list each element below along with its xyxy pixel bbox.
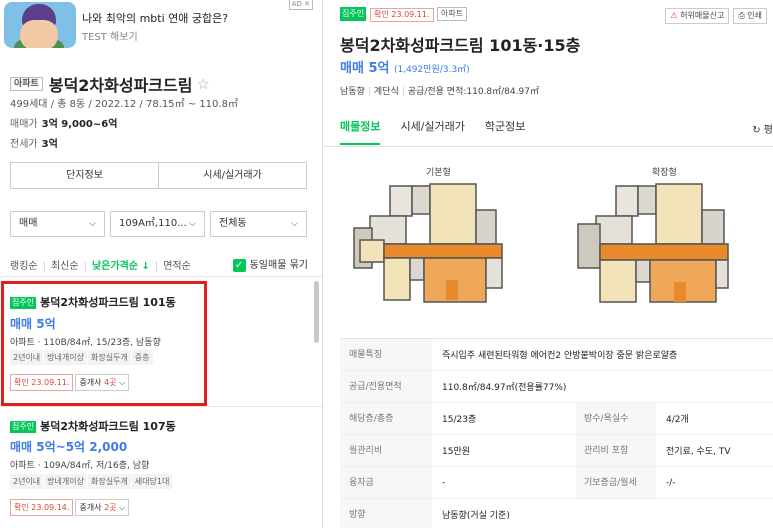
ad-image[interactable]: [4, 2, 76, 48]
detail-title: 봉덕2차화성파크드림 101동·15층: [340, 36, 581, 55]
trade-type-select[interactable]: 매매 ⌵: [10, 211, 105, 237]
listing-price: 매매 5억~5억 2,000: [10, 440, 128, 454]
sort-latest[interactable]: 최신순: [51, 261, 79, 272]
listing-info-table: 매물특징 즉시입주 새련된타워형 에어컨2 안방붙박이장 중문 밝은로얄층 공급/…: [340, 338, 773, 528]
table-row: 월관리비 15만원 관리비 포함 전기료, 수도, TV: [340, 435, 773, 467]
checkbox-icon[interactable]: ✓: [232, 258, 246, 272]
tab-market-price[interactable]: 시세/실거래가: [400, 118, 464, 145]
table-row: 해당층/총층 15/23층 방수/욕실수 4/2개: [340, 403, 773, 435]
feature-chip: 방네개이상: [44, 474, 87, 489]
tab-school-info[interactable]: 학군정보: [485, 118, 525, 145]
confirm-date-badge: 확인 23.09.14.: [10, 499, 74, 516]
divider: [0, 406, 322, 407]
sale-price-value: 3억 9,000~6억: [41, 119, 118, 130]
ad-title[interactable]: 나와 최악의 mbti 연애 궁합은?: [82, 10, 228, 26]
highlight-box: [1, 281, 207, 406]
dong-select[interactable]: 전체동 ⌵: [210, 211, 307, 237]
listing-title[interactable]: 집주인 봉덕2차화성파크드림 107동: [10, 418, 176, 434]
market-price-button[interactable]: 시세/실거래가: [158, 163, 306, 188]
table-row: 방향 남동향(거실 기준): [340, 499, 773, 528]
print-icon: ⎙: [738, 11, 745, 20]
divider: [0, 276, 322, 277]
listing-chips: 2년이내 방네개이상 화장실두개 세대당1대: [10, 474, 173, 489]
complex-title: 아파트 봉덕2차화성파크드림 ☆: [10, 72, 210, 96]
listing-panel: 나와 최악의 mbti 연애 궁합은? TEST 해보기 AD ✕ 아파트 봉덕2…: [0, 0, 323, 528]
owner-badge: 집주인: [10, 421, 37, 433]
sort-low-price[interactable]: 낮은가격순 ↓: [92, 261, 150, 272]
table-row: 융자금 - 기보증금/월세 -/-: [340, 467, 773, 499]
detail-actions: ⚠ 허위매물신고 ⎙ 인쇄: [665, 8, 767, 24]
listing-footer: 확인 23.09.14. 중개사 2곳 ⌵: [10, 499, 130, 516]
chevron-down-icon: ⌵: [89, 219, 96, 229]
sale-price-row: 매매가 3억 9,000~6억: [10, 115, 117, 130]
ad-banner[interactable]: 나와 최악의 mbti 연애 궁합은? TEST 해보기 AD ✕: [0, 0, 322, 56]
price-per-area: (1,492만원/3.3㎡): [393, 65, 470, 75]
floor-plan-extended[interactable]: [576, 180, 731, 305]
jeonse-price-label: 전세가: [10, 139, 38, 150]
detail-panel: 집주인 확인 23.09.11. 아파트 ⚠ 허위매물신고 ⎙ 인쇄 봉덕2차화성…: [324, 0, 773, 528]
complex-button-group: 단지정보 시세/실거래가: [10, 162, 307, 189]
owner-badge: 집주인: [340, 7, 367, 21]
feature-chip: 세대당1대: [131, 474, 173, 489]
same-listing-toggle[interactable]: ✓ 동일매물 묶기: [232, 256, 308, 272]
area-select[interactable]: 109A㎡,110... ⌵: [110, 211, 205, 237]
area-toggle-button[interactable]: ↻ 평: [752, 121, 773, 136]
feature-chip: 2년이내: [10, 474, 44, 489]
floor-plan-basic[interactable]: [350, 180, 505, 305]
chevron-down-icon: ⌵: [291, 219, 298, 229]
chevron-down-icon: ⌵: [119, 503, 126, 512]
agent-count-button[interactable]: 중개사 2곳 ⌵: [75, 499, 130, 516]
sort-area[interactable]: 면적순: [163, 261, 191, 272]
tab-listing-info[interactable]: 매물정보: [340, 118, 381, 145]
complex-name: 봉덕2차화성파크드림: [48, 76, 193, 95]
plan-basic-label: 기본형: [426, 168, 451, 178]
table-row: 공급/전용면적 110.8㎡/84.97㎡(전용률77%): [340, 371, 773, 403]
detail-price: 매매 5억 (1,492만원/3.3㎡): [340, 61, 470, 76]
report-button[interactable]: ⚠ 허위매물신고: [665, 8, 730, 24]
chevron-down-icon: ⌵: [189, 219, 196, 229]
complex-type-tag: 아파트: [10, 77, 43, 91]
jeonse-price-row: 전세가 3억: [10, 135, 58, 150]
sort-ranking[interactable]: 랭킹순: [10, 261, 38, 272]
listing-spec: 아파트 · 109A/84㎡, 저/16층, 남향: [10, 461, 150, 471]
feature-chip: 화장실두개: [87, 474, 131, 489]
confirm-date-badge: 확인 23.09.11.: [370, 8, 434, 22]
complex-info-button[interactable]: 단지정보: [11, 163, 158, 188]
plan-extended-label: 확장형: [652, 168, 677, 178]
ad-subtitle[interactable]: TEST 해보기: [82, 28, 138, 43]
detail-tabs: 매물정보 시세/실거래가 학군정보: [340, 118, 525, 145]
detail-tags: 집주인 확인 23.09.11. 아파트: [340, 7, 468, 22]
property-type-tag: 아파트: [437, 7, 468, 21]
print-button[interactable]: ⎙ 인쇄: [733, 8, 767, 24]
jeonse-price-value: 3억: [41, 139, 58, 150]
sort-bar: 랭킹순 | 최신순 | 낮은가격순 ↓ | 면적순 ✓ 동일매물 묶기: [10, 257, 310, 272]
siren-icon: ⚠: [670, 11, 678, 20]
ad-close-badge[interactable]: AD ✕: [288, 0, 313, 10]
sale-price-label: 매매가: [10, 119, 38, 130]
table-row: 매물특징 즉시입주 새련된타워형 에어컨2 안방붙박이장 중문 밝은로얄층: [340, 339, 773, 371]
favorite-star-icon[interactable]: ☆: [196, 75, 209, 93]
divider: [324, 146, 773, 147]
scrollbar-thumb[interactable]: [314, 281, 319, 343]
complex-info: 499세대 / 총 8동 / 2022.12 / 78.15㎡ ~ 110.8㎡: [10, 99, 238, 110]
filter-bar: 매매 ⌵ 109A㎡,110... ⌵ 전체동 ⌵: [10, 211, 307, 237]
detail-meta: 남동향 | 계단식 | 공급/전용 면적:110.8㎡/84.97㎡: [340, 87, 539, 97]
